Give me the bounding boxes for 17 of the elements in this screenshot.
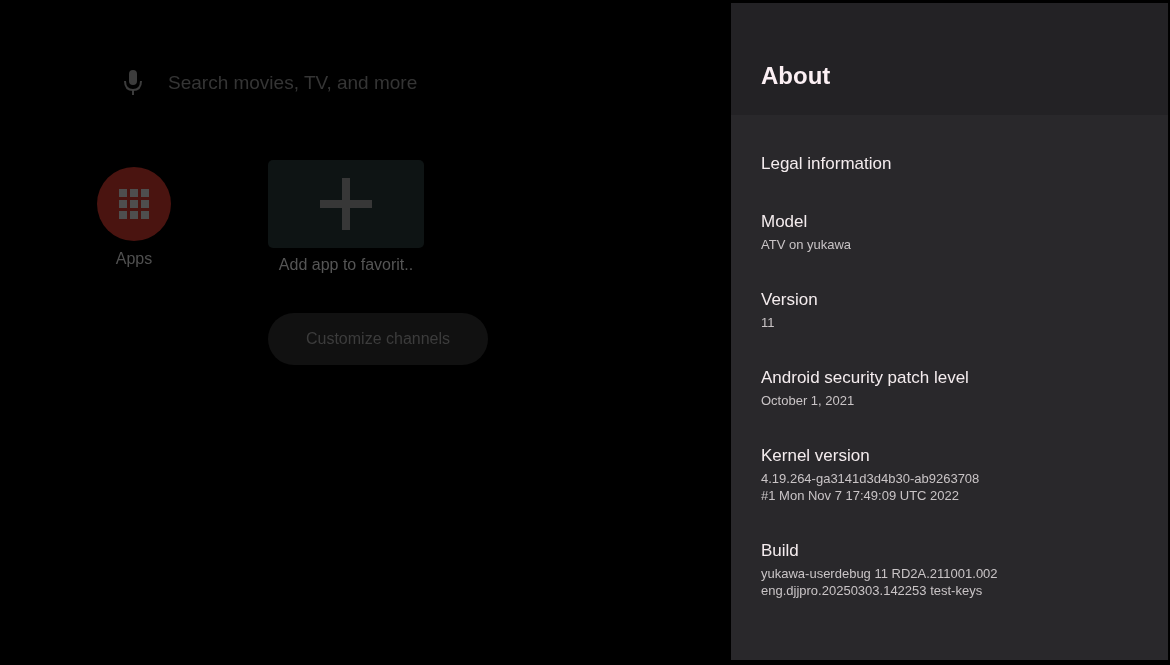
setting-summary: 11 [761,314,775,331]
setting-title[interactable]: Kernel version [761,445,870,467]
add-app-tile[interactable] [268,160,424,248]
panel-title: About [761,62,831,89]
grid-icon [118,188,150,220]
setting-title[interactable]: Version [761,289,818,311]
setting-summary: yukawa-userdebug 11 RD2A.211001.002 eng.djjpro.20250303.142253 test-keys [761,565,998,599]
setting-title[interactable]: Android security patch level [761,367,969,389]
setting-title[interactable]: Model [761,211,808,233]
setting-summary: 4.19.264-ga3141d3d4b30-ab9263708 #1 Mon Nov 7 17:49:09 UTC 2022 [761,470,980,504]
setting-summary: October 1, 2021 [761,392,855,409]
setting-summary: ATV on yukawa [761,236,852,253]
plus-icon [320,178,372,230]
setting-title[interactable]: Legal information [761,153,892,175]
setting-title[interactable]: Build [761,540,799,562]
apps-label: Apps [115,249,153,269]
add-app-label: Add app to favorit.. [278,255,414,275]
